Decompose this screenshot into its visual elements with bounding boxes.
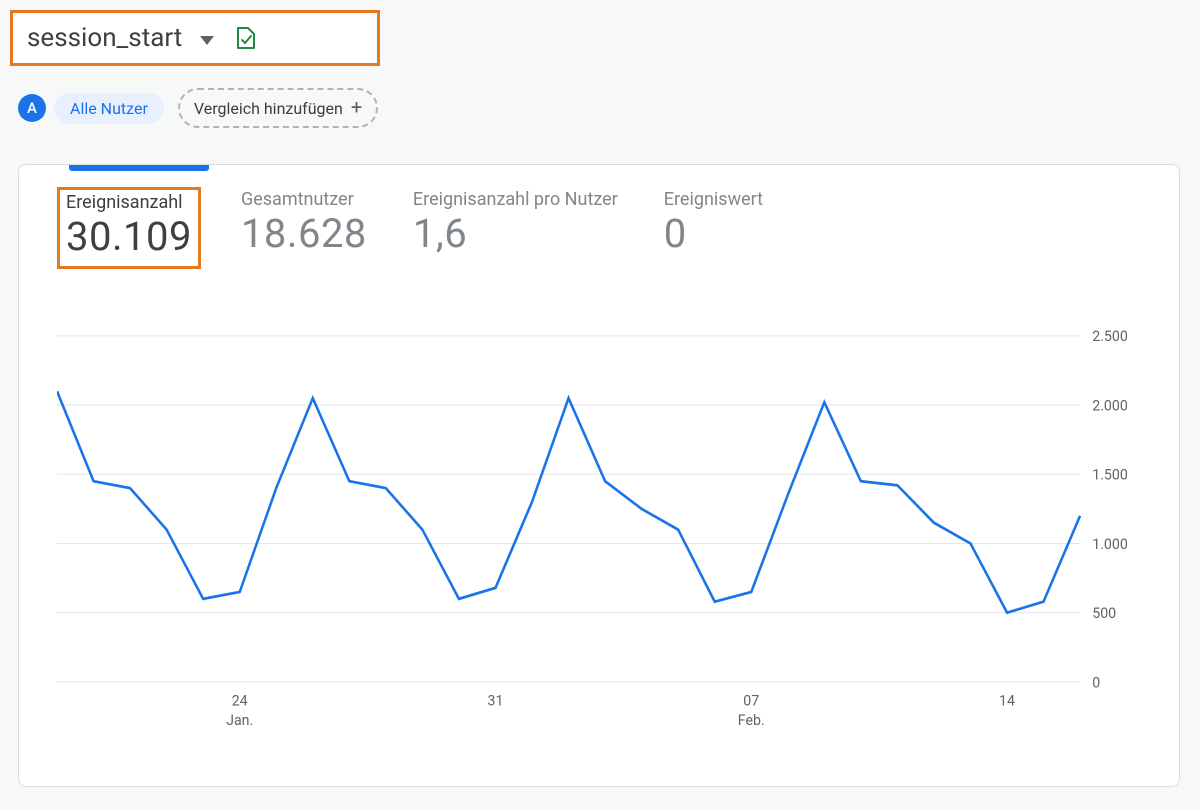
- x-axis-tick: 31: [488, 691, 504, 710]
- metric-ereignisanzahl[interactable]: Ereignisanzahl30.109: [57, 187, 201, 269]
- x-axis-tick: 24: [232, 691, 248, 710]
- x-axis-tick: 14: [999, 691, 1015, 710]
- chart: 0 500 1.000 1.500 2.000 2.500 24Jan. 31 07Feb. 14: [57, 325, 1151, 736]
- metric-value: 1,6: [413, 210, 618, 257]
- y-axis-tick: 500: [1092, 604, 1116, 623]
- metric-value: 0: [664, 210, 763, 257]
- y-axis-tick: 1.500: [1092, 465, 1128, 484]
- metric-ereigniswert[interactable]: Ereigniswert0: [658, 187, 769, 269]
- chevron-down-icon: [200, 36, 214, 45]
- active-tab-indicator: [69, 165, 209, 171]
- plus-icon: +: [351, 95, 362, 119]
- metrics-row: Ereignisanzahl30.109 Gesamtnutzer18.628 Er…: [57, 187, 1141, 269]
- y-axis-tick: 2.500: [1092, 327, 1128, 346]
- segments-row: A Alle Nutzer Vergleich hinzufügen +: [18, 88, 378, 128]
- metric-value: 18.628: [241, 210, 367, 257]
- metric-label: Gesamtnutzer: [241, 189, 367, 210]
- y-axis-tick: 1.000: [1092, 534, 1128, 553]
- metric-label: Ereignisanzahl: [66, 192, 192, 213]
- segment-badge: A: [18, 94, 46, 122]
- event-name: session_start: [27, 23, 182, 53]
- sheet-check-icon: [234, 26, 258, 50]
- series-line: [57, 391, 1080, 613]
- report-card: Ereignisanzahl30.109 Gesamtnutzer18.628 Er…: [18, 164, 1180, 787]
- metric-label: Ereignisanzahl pro Nutzer: [413, 189, 618, 210]
- metric-ereignisanzahl-pro-nutzer[interactable]: Ereignisanzahl pro Nutzer1,6: [407, 187, 624, 269]
- metric-gesamtnutzer[interactable]: Gesamtnutzer18.628: [235, 187, 373, 269]
- add-comparison-label: Vergleich hinzufügen: [194, 99, 343, 118]
- metric-value: 30.109: [66, 213, 192, 260]
- segment-all-users[interactable]: Alle Nutzer: [54, 93, 164, 124]
- metric-label: Ereigniswert: [664, 189, 763, 210]
- y-axis-tick: 2.000: [1092, 396, 1128, 415]
- x-axis-tick: Jan.: [226, 711, 253, 730]
- x-axis-tick: Feb.: [738, 711, 765, 730]
- y-axis-tick: 0: [1092, 673, 1100, 692]
- x-axis-tick: 07: [743, 691, 759, 710]
- event-selector[interactable]: session_start: [10, 10, 380, 66]
- add-comparison-button[interactable]: Vergleich hinzufügen +: [178, 88, 378, 128]
- chart-svg: 0 500 1.000 1.500 2.000 2.500 24Jan. 31 07Feb. 14: [57, 325, 1151, 736]
